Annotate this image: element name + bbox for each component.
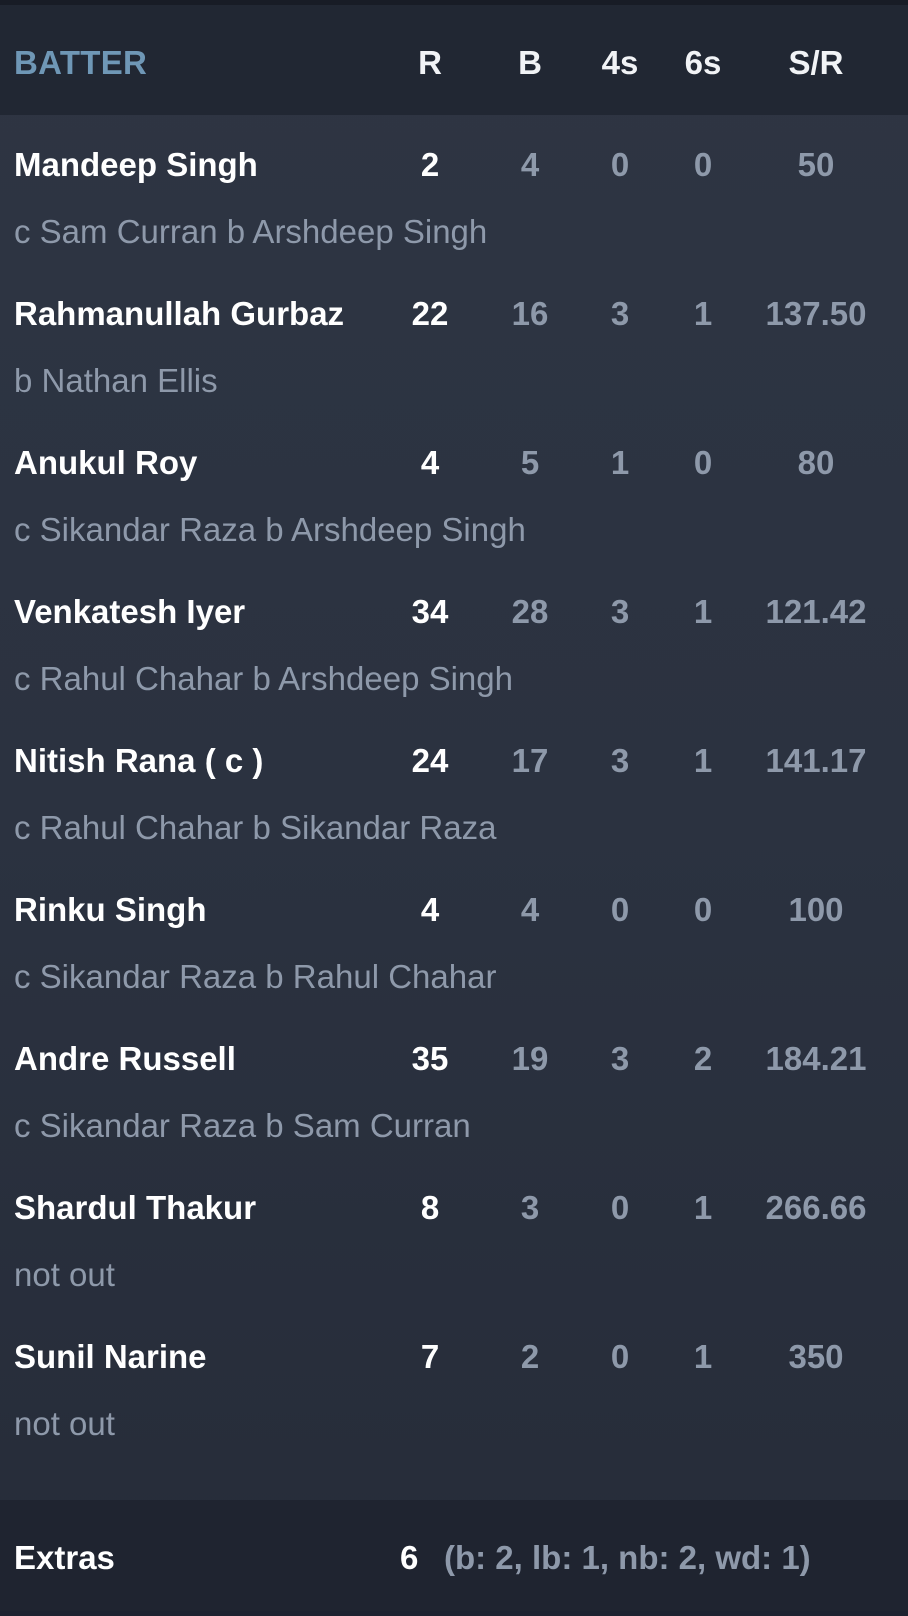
batter-sixes: 0 xyxy=(693,891,713,928)
batter-row[interactable]: Rinku Singh 4 4 0 0 100 c Sikandar Raza … xyxy=(0,865,908,1014)
batter-fours: 1 xyxy=(610,444,630,481)
batter-sixes: 1 xyxy=(693,1338,713,1375)
strike-rate-column-header: S/R xyxy=(788,44,844,81)
batter-row[interactable]: Andre Russell 35 19 3 2 184.21 c Sikanda… xyxy=(0,1014,908,1163)
fours-column-header: 4s xyxy=(601,44,639,81)
batter-strike-rate: 50 xyxy=(797,146,835,183)
batter-sixes: 1 xyxy=(693,593,713,630)
batter-balls: 17 xyxy=(511,742,549,779)
batter-name[interactable]: Nitish Rana ( c ) xyxy=(14,742,354,780)
batter-sixes: 1 xyxy=(693,742,713,779)
batter-row[interactable]: Shardul Thakur 8 3 0 1 266.66 not out xyxy=(0,1163,908,1312)
batter-name[interactable]: Shardul Thakur xyxy=(14,1189,354,1227)
batter-runs: 4 xyxy=(420,444,440,481)
batter-runs: 24 xyxy=(411,742,449,779)
batter-balls: 2 xyxy=(520,1338,540,1375)
batter-sixes: 1 xyxy=(693,1189,713,1226)
batter-balls: 5 xyxy=(520,444,540,481)
batter-row[interactable]: Rahmanullah Gurbaz 22 16 3 1 137.50 b Na… xyxy=(0,269,908,418)
batter-name[interactable]: Rinku Singh xyxy=(14,891,354,929)
batter-strike-rate: 100 xyxy=(788,891,844,928)
batter-name[interactable]: Anukul Roy xyxy=(14,444,354,482)
batter-fours: 3 xyxy=(610,593,630,630)
batter-runs: 35 xyxy=(411,1040,449,1077)
batter-dismissal: not out xyxy=(14,1405,115,1442)
batter-fours: 0 xyxy=(610,1338,630,1375)
batter-runs: 8 xyxy=(420,1189,440,1226)
batter-row[interactable]: Mandeep Singh 2 4 0 0 50 c Sam Curran b … xyxy=(0,120,908,269)
batter-column-header: BATTER xyxy=(14,44,148,81)
batter-list: Mandeep Singh 2 4 0 0 50 c Sam Curran b … xyxy=(0,120,908,1461)
batter-dismissal: not out xyxy=(14,1256,115,1293)
batter-dismissal: c Sam Curran b Arshdeep Singh xyxy=(14,213,488,250)
batter-row[interactable]: Venkatesh Iyer 34 28 3 1 121.42 c Rahul … xyxy=(0,567,908,716)
batter-balls: 28 xyxy=(511,593,549,630)
batter-balls: 16 xyxy=(511,295,549,332)
batter-row[interactable]: Nitish Rana ( c ) 24 17 3 1 141.17 c Rah… xyxy=(0,716,908,865)
batter-name[interactable]: Andre Russell xyxy=(14,1040,354,1078)
batter-fours: 0 xyxy=(610,891,630,928)
batter-dismissal: c Rahul Chahar b Sikandar Raza xyxy=(14,809,497,846)
extras-breakdown: (b: 2, lb: 1, nb: 2, wd: 1) xyxy=(444,1539,811,1576)
batter-balls: 19 xyxy=(511,1040,549,1077)
batter-fours: 3 xyxy=(610,1040,630,1077)
extras-row: Extras 6 (b: 2, lb: 1, nb: 2, wd: 1) xyxy=(0,1500,908,1611)
batter-strike-rate: 266.66 xyxy=(765,1189,867,1226)
batter-fours: 0 xyxy=(610,146,630,183)
batter-sixes: 2 xyxy=(693,1040,713,1077)
extras-label: Extras xyxy=(14,1539,115,1576)
batter-name[interactable]: Venkatesh Iyer xyxy=(14,593,354,631)
batting-header: BATTER R B 4s 6s S/R xyxy=(0,5,908,115)
batter-runs: 7 xyxy=(420,1338,440,1375)
batter-runs: 34 xyxy=(411,593,449,630)
batter-name[interactable]: Rahmanullah Gurbaz xyxy=(14,295,354,333)
batter-row[interactable]: Sunil Narine 7 2 0 1 350 not out xyxy=(0,1312,908,1461)
batter-strike-rate: 184.21 xyxy=(765,1040,867,1077)
batter-strike-rate: 80 xyxy=(797,444,835,481)
batter-sixes: 0 xyxy=(693,444,713,481)
batter-name[interactable]: Mandeep Singh xyxy=(14,146,354,184)
batter-name[interactable]: Sunil Narine xyxy=(14,1338,354,1376)
batter-fours: 3 xyxy=(610,742,630,779)
batter-dismissal: c Sikandar Raza b Sam Curran xyxy=(14,1107,471,1144)
batter-runs: 22 xyxy=(411,295,449,332)
batter-balls: 3 xyxy=(520,1189,540,1226)
batter-sixes: 0 xyxy=(693,146,713,183)
batter-balls: 4 xyxy=(520,146,540,183)
batter-dismissal: c Sikandar Raza b Arshdeep Singh xyxy=(14,511,526,548)
batter-dismissal: b Nathan Ellis xyxy=(14,362,218,399)
balls-column-header: B xyxy=(518,44,542,81)
batter-balls: 4 xyxy=(520,891,540,928)
batter-strike-rate: 141.17 xyxy=(765,742,867,779)
batter-fours: 3 xyxy=(610,295,630,332)
extras-total: 6 xyxy=(400,1539,419,1576)
batter-runs: 2 xyxy=(420,146,440,183)
batter-dismissal: c Sikandar Raza b Rahul Chahar xyxy=(14,958,497,995)
runs-column-header: R xyxy=(418,44,442,81)
batter-strike-rate: 121.42 xyxy=(765,593,867,630)
batter-strike-rate: 137.50 xyxy=(765,295,867,332)
batter-row[interactable]: Anukul Roy 4 5 1 0 80 c Sikandar Raza b … xyxy=(0,418,908,567)
scorecard-batting: BATTER R B 4s 6s S/R Mandeep Singh 2 4 0… xyxy=(0,0,908,1611)
batter-sixes: 1 xyxy=(693,295,713,332)
batter-dismissal: c Rahul Chahar b Arshdeep Singh xyxy=(14,660,513,697)
batter-runs: 4 xyxy=(420,891,440,928)
sixes-column-header: 6s xyxy=(684,44,722,81)
batter-fours: 0 xyxy=(610,1189,630,1226)
batter-strike-rate: 350 xyxy=(788,1338,844,1375)
